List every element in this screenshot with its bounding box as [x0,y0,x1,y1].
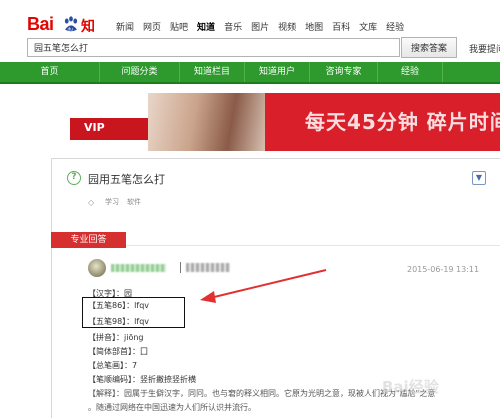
greenbar-item-categories[interactable]: 问题分类 [100,62,180,82]
nav-link[interactable]: 百科 [332,20,350,33]
answer-line: 【拼音】：jiōng [88,333,144,342]
nav-link[interactable]: 贴吧 [170,20,188,33]
greenbar-item-experts[interactable]: 咨询专家 [310,62,378,82]
nav-link[interactable]: 地图 [305,20,323,33]
question-icon: ? [67,171,81,185]
nav-link[interactable]: 音乐 [224,20,242,33]
greenbar-item-home[interactable]: 首页 [0,62,100,82]
top-nav: 新闻 网页 贴吧 知道 音乐 图片 视频 地图 百科 文库 经验 [116,20,404,33]
tag-icon: ◇ [88,197,95,207]
search-input[interactable] [27,38,400,57]
paw-logo-icon: du [64,16,78,32]
answer-timestamp: 2015-06-19 13:11 [407,265,480,274]
highlight-box [82,297,185,328]
greenbar-item-experience[interactable]: 经验 [378,62,443,82]
greenbar-item-columns[interactable]: 知道栏目 [180,62,245,82]
nav-link[interactable]: 新闻 [116,20,134,33]
question-tags: ◇ 学习 软件 [88,197,141,207]
svg-text:du: du [68,26,74,32]
banner-right-block: 每天45分钟 碎片时间学 [265,93,500,151]
answer-line: 。随通过网络在中国迅速为人们所认识并流行。 [88,403,256,412]
ask-question-link[interactable]: 我要提问 [469,42,500,55]
chevron-down-icon[interactable]: ▼ [472,171,486,185]
category-nav-bar: 首页 问题分类 知道栏目 知道用户 咨询专家 经验 [0,62,500,84]
nav-link[interactable]: 文库 [359,20,377,33]
answer-line: 【笔顺编码】：竖折撇捺竖折横 [88,375,196,384]
question-title: 园用五笔怎么打 [88,173,165,186]
answer-line: 【总笔画】：7 [88,361,138,370]
avatar[interactable] [88,259,106,277]
tag-link[interactable]: 学习 [105,197,119,207]
baidu-zhidao-logo[interactable]: Bai du 知道 [27,14,102,55]
nav-link[interactable]: 图片 [251,20,269,33]
annotation-arrow-icon [200,269,327,303]
banner-left-block: VIP [70,118,152,140]
tag-link[interactable]: 软件 [127,197,141,207]
answer-line: 【简体部首】：囗 [88,347,148,356]
user-divider [180,262,181,273]
logo-bai-text: Bai [27,14,54,34]
watermark: Bai经验 [382,378,439,396]
answer-badge: 专业回答 [51,232,126,248]
greenbar-item-users[interactable]: 知道用户 [245,62,310,82]
greenbar-item-more[interactable] [443,62,500,82]
nav-link[interactable]: 网页 [143,20,161,33]
nav-link[interactable]: 视频 [278,20,296,33]
banner-photo [148,93,265,151]
username-blurred[interactable] [111,264,166,272]
nav-link[interactable]: 经验 [386,20,404,33]
search-button[interactable]: 搜索答案 [401,37,457,58]
nav-link-active[interactable]: 知道 [197,20,215,33]
banner-left-text: VIP [84,121,105,134]
ad-banner[interactable]: VIP 每天45分钟 碎片时间学 [70,93,500,151]
banner-right-text: 每天45分钟 碎片时间学 [305,110,500,134]
